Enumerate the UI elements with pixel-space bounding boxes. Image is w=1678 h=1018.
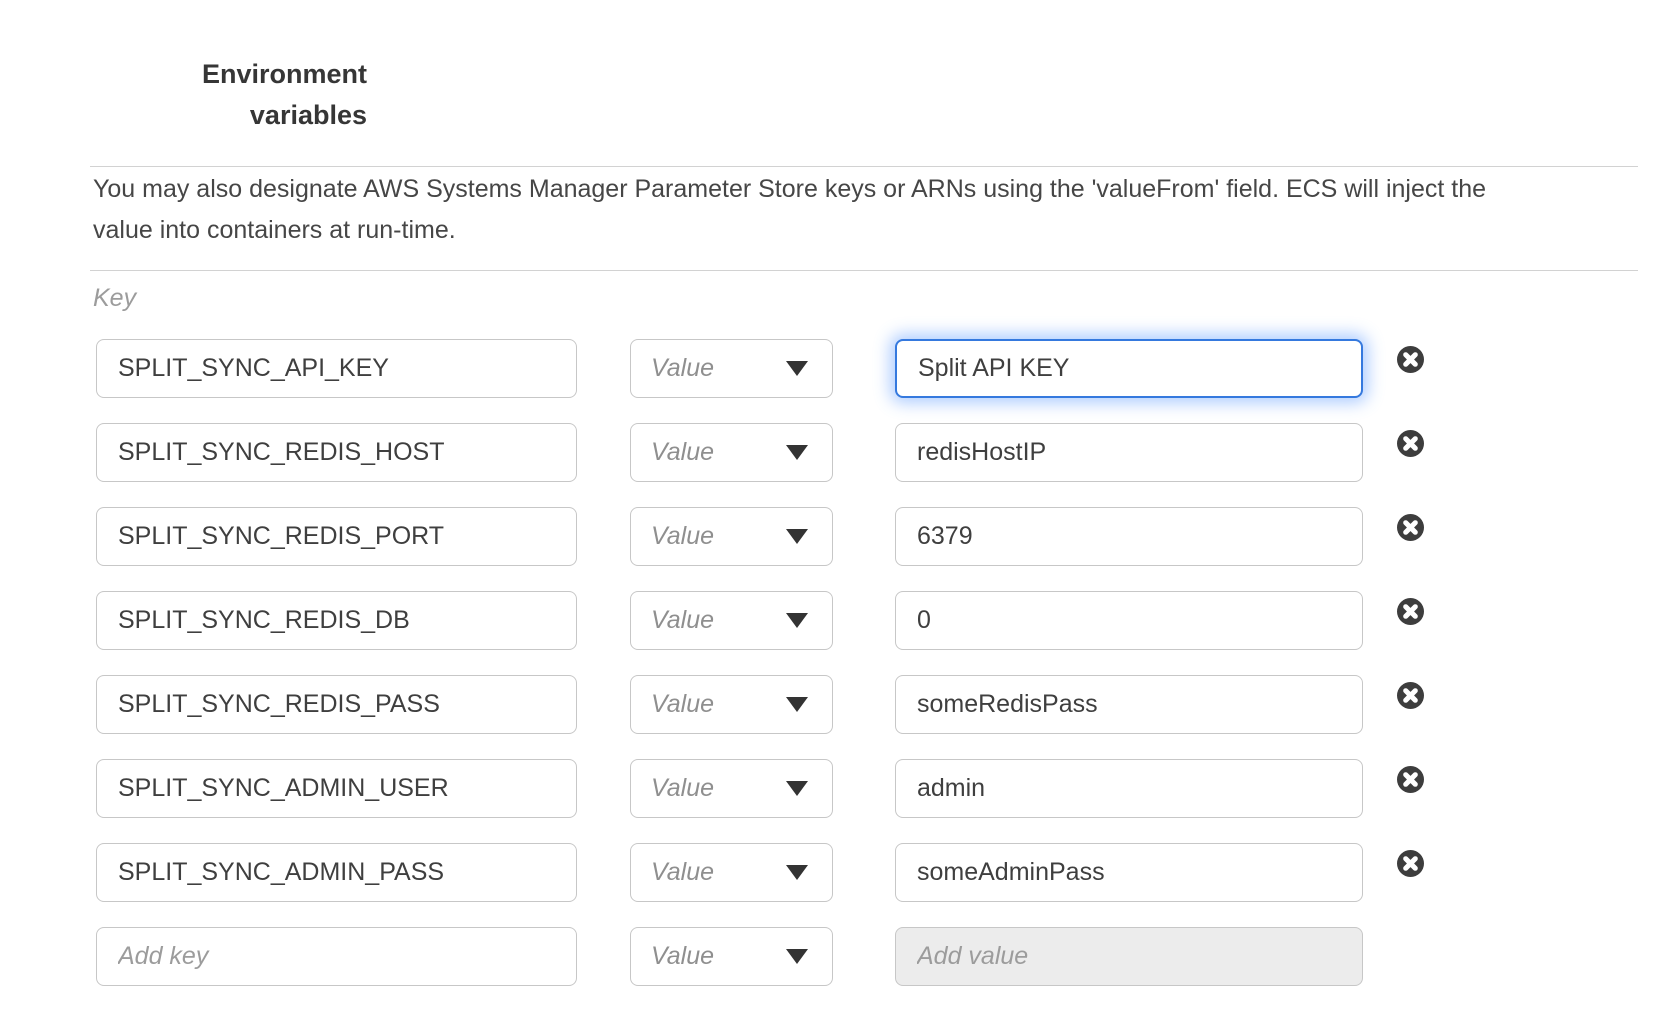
remove-row-button[interactable] bbox=[1397, 766, 1424, 793]
value-type-select[interactable]: Value bbox=[630, 675, 833, 734]
add-key-input[interactable] bbox=[96, 927, 577, 986]
env-key-input[interactable] bbox=[96, 675, 577, 734]
value-type-select[interactable]: Value bbox=[630, 843, 833, 902]
env-var-row: Value bbox=[96, 423, 1424, 482]
value-type-select[interactable]: Value bbox=[630, 591, 833, 650]
env-var-row: Value bbox=[96, 843, 1424, 902]
env-value-input[interactable] bbox=[895, 507, 1363, 566]
divider bbox=[90, 270, 1638, 271]
divider bbox=[90, 166, 1638, 167]
env-var-rows: Value Value bbox=[96, 339, 1424, 1011]
value-type-selected-label: Value bbox=[651, 354, 714, 383]
remove-row-button[interactable] bbox=[1397, 430, 1424, 457]
value-type-selected-label: Value bbox=[651, 942, 714, 971]
value-type-select[interactable]: Value bbox=[630, 507, 833, 566]
env-var-row: Value bbox=[96, 507, 1424, 566]
chevron-down-icon bbox=[786, 781, 808, 796]
remove-row-button[interactable] bbox=[1397, 850, 1424, 877]
section-label: Environment variables bbox=[90, 54, 367, 136]
remove-row-button[interactable] bbox=[1397, 682, 1424, 709]
env-value-input[interactable] bbox=[895, 675, 1363, 734]
x-circle-icon bbox=[1397, 514, 1424, 541]
x-circle-icon bbox=[1397, 346, 1424, 373]
value-type-select[interactable]: Value bbox=[630, 927, 833, 986]
env-key-input[interactable] bbox=[96, 591, 577, 650]
x-circle-icon bbox=[1397, 430, 1424, 457]
env-var-row: Value bbox=[96, 591, 1424, 650]
chevron-down-icon bbox=[786, 949, 808, 964]
env-key-input[interactable] bbox=[96, 339, 577, 398]
value-type-selected-label: Value bbox=[651, 606, 714, 635]
x-circle-icon bbox=[1397, 850, 1424, 877]
env-var-row: Value bbox=[96, 675, 1424, 734]
env-key-input[interactable] bbox=[96, 423, 577, 482]
key-column-header: Key bbox=[93, 284, 136, 313]
chevron-down-icon bbox=[786, 445, 808, 460]
environment-variables-section: Environment variables You may also desig… bbox=[0, 0, 1678, 1018]
env-var-row: Value bbox=[96, 339, 1424, 398]
remove-row-button[interactable] bbox=[1397, 514, 1424, 541]
env-value-input[interactable] bbox=[895, 423, 1363, 482]
chevron-down-icon bbox=[786, 865, 808, 880]
add-value-input bbox=[895, 927, 1363, 986]
env-key-input[interactable] bbox=[96, 507, 577, 566]
chevron-down-icon bbox=[786, 613, 808, 628]
chevron-down-icon bbox=[786, 697, 808, 712]
value-type-select[interactable]: Value bbox=[630, 423, 833, 482]
x-circle-icon bbox=[1397, 598, 1424, 625]
x-circle-icon bbox=[1397, 682, 1424, 709]
chevron-down-icon bbox=[786, 529, 808, 544]
env-value-input[interactable] bbox=[895, 843, 1363, 902]
env-value-input[interactable] bbox=[895, 759, 1363, 818]
value-type-selected-label: Value bbox=[651, 858, 714, 887]
env-var-row: Value bbox=[96, 759, 1424, 818]
remove-row-button[interactable] bbox=[1397, 346, 1424, 373]
value-type-select[interactable]: Value bbox=[630, 759, 833, 818]
add-env-var-row: Value bbox=[96, 927, 1424, 986]
remove-row-button[interactable] bbox=[1397, 598, 1424, 625]
env-var-row-list: Value Value bbox=[96, 339, 1424, 902]
value-type-selected-label: Value bbox=[651, 522, 714, 551]
value-type-selected-label: Value bbox=[651, 774, 714, 803]
env-key-input[interactable] bbox=[96, 759, 577, 818]
value-type-selected-label: Value bbox=[651, 690, 714, 719]
parameter-store-hint-text: You may also designate AWS Systems Manag… bbox=[93, 169, 1531, 251]
chevron-down-icon bbox=[786, 361, 808, 376]
value-type-selected-label: Value bbox=[651, 438, 714, 467]
value-type-select[interactable]: Value bbox=[630, 339, 833, 398]
env-key-input[interactable] bbox=[96, 843, 577, 902]
env-value-input[interactable] bbox=[895, 339, 1363, 398]
env-value-input[interactable] bbox=[895, 591, 1363, 650]
x-circle-icon bbox=[1397, 766, 1424, 793]
